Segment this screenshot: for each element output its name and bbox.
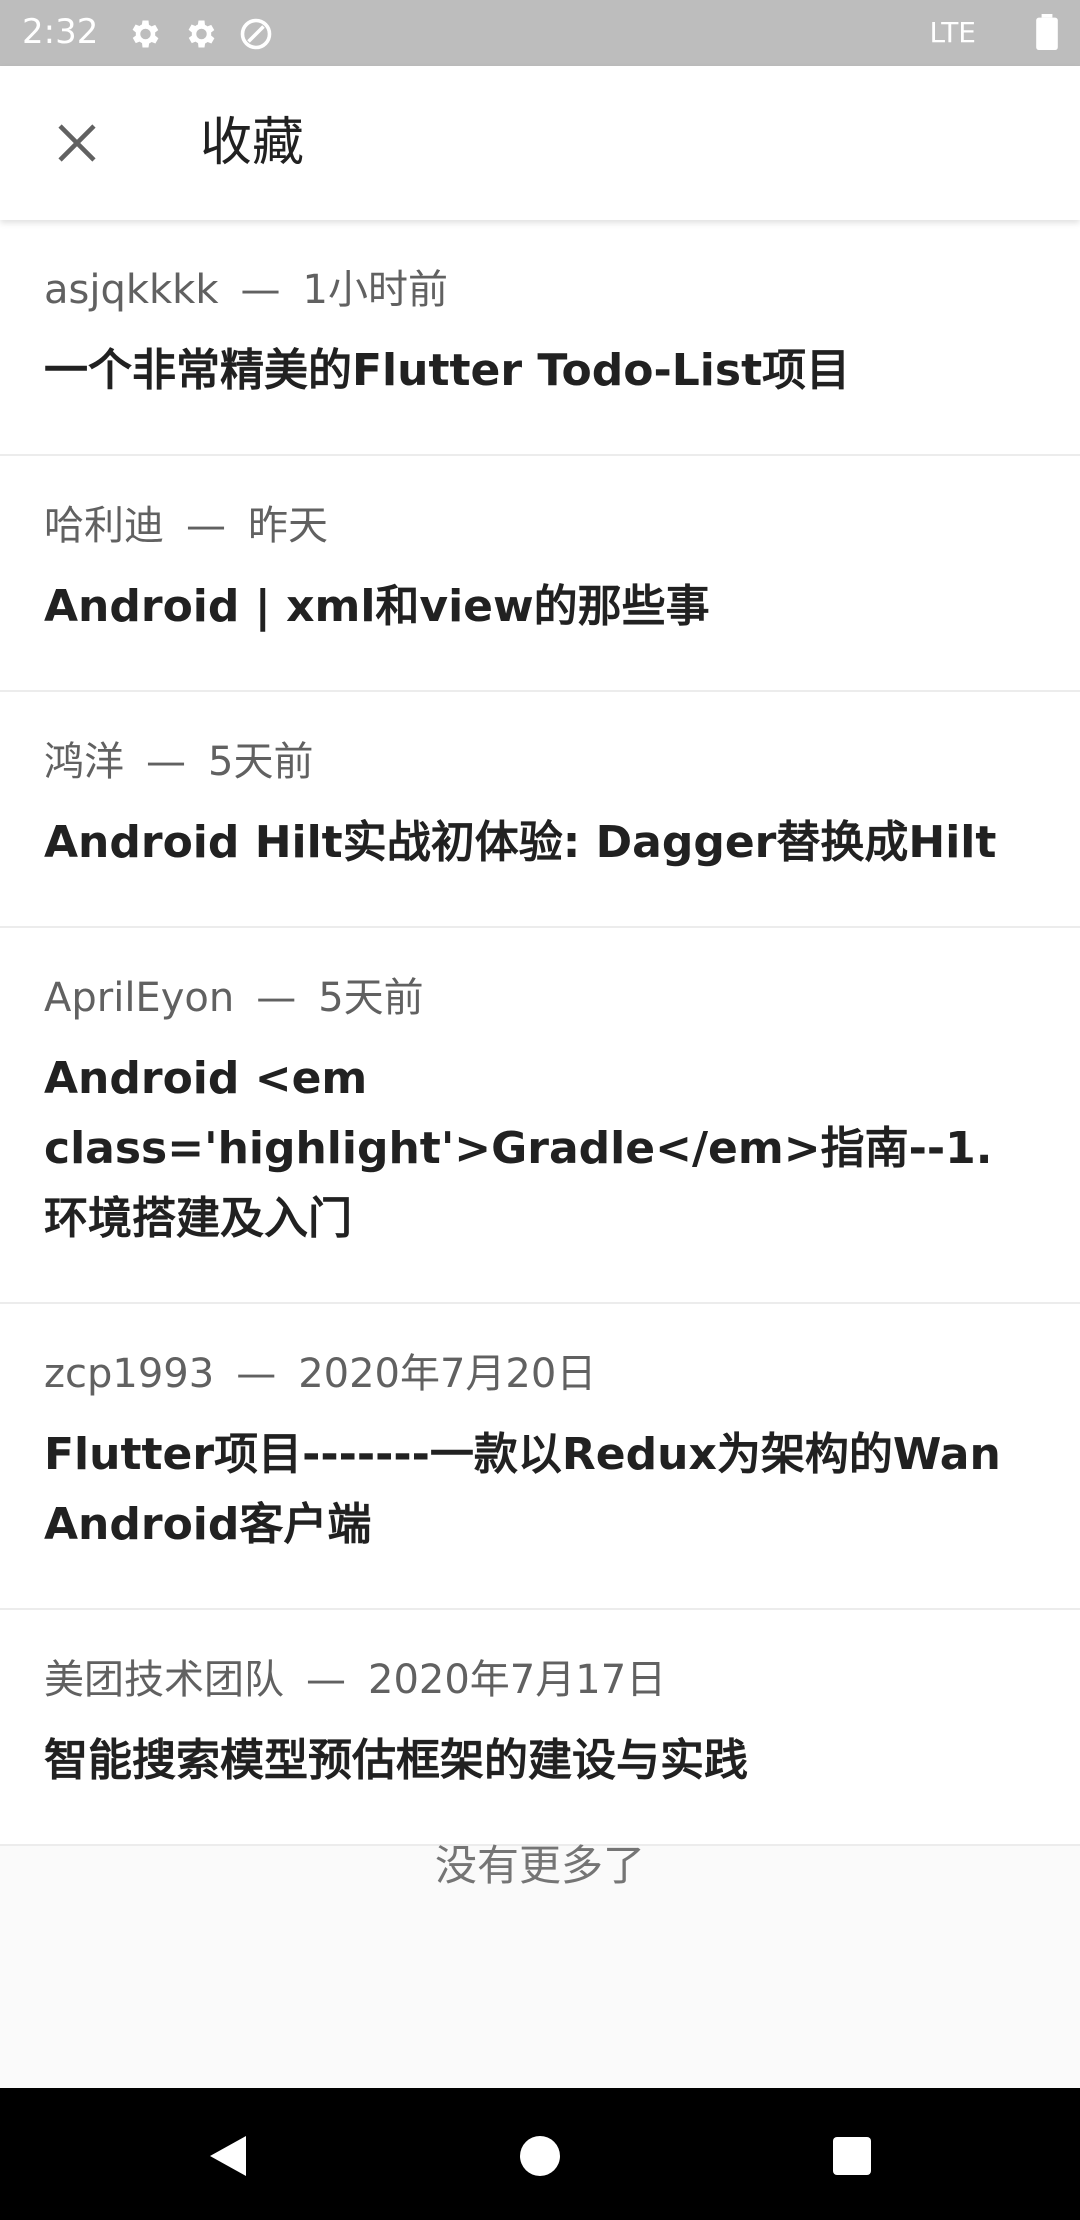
item-time: 昨天 — [248, 503, 328, 549]
item-title: Android | xml和view的那些事 — [44, 581, 710, 632]
close-icon — [58, 124, 96, 162]
item-author: zcp1993 — [44, 1351, 215, 1397]
item-title: 一个非常精美的Flutter Todo-List项目 — [44, 345, 851, 396]
gear-icon — [132, 20, 159, 48]
item-author: AprilEyon — [44, 975, 235, 1021]
favorites-list: asjqkkkk — 1小时前 一个非常精美的Flutter Todo-List项目… — [0, 220, 1080, 1846]
list-item[interactable]: 鸿洋 — 5天前 Android Hilt实战初体验: Dagger替换成Hilt — [0, 692, 1080, 928]
item-separator: — — [146, 739, 186, 785]
item-separator: — — [256, 975, 297, 1021]
status-time: 2:32 — [22, 12, 99, 52]
item-meta: zcp1993 — 2020年7月20日 — [44, 1350, 1036, 1398]
item-meta: 哈利迪 — 昨天 — [44, 502, 1036, 550]
app-bar: 收藏 — [0, 66, 1080, 220]
item-time: 5天前 — [208, 739, 314, 785]
close-button[interactable] — [44, 110, 110, 176]
item-meta: 美团技术团队 — 2020年7月17日 — [44, 1656, 1036, 1704]
item-author: asjqkkkk — [44, 267, 219, 313]
item-title: Flutter项目-------一款以Redux为架构的Wan Android客… — [44, 1429, 1001, 1550]
item-time: 1小时前 — [302, 267, 448, 313]
sync-disabled-icon — [240, 18, 272, 50]
home-button[interactable] — [512, 2128, 568, 2184]
battery-icon — [1036, 14, 1058, 50]
item-title: Android <em class='highlight'>Gradle</em… — [44, 1053, 993, 1244]
item-separator: — — [306, 1657, 346, 1703]
item-time: 5天前 — [318, 975, 424, 1021]
list-item[interactable]: zcp1993 — 2020年7月20日 Flutter项目-------一款以Re… — [0, 1304, 1080, 1610]
list-item[interactable]: 哈利迪 — 昨天 Android | xml和view的那些事 — [0, 456, 1080, 692]
status-bar: 2:32 LTE — [0, 0, 1080, 66]
item-author: 哈利迪 — [44, 503, 164, 549]
page-title: 收藏 — [200, 113, 305, 173]
home-icon — [520, 2136, 560, 2176]
item-separator: — — [236, 1351, 277, 1397]
item-separator: — — [186, 503, 226, 549]
gear-icon — [188, 20, 215, 48]
list-item[interactable]: asjqkkkk — 1小时前 一个非常精美的Flutter Todo-List项目 — [0, 220, 1080, 456]
status-icons — [126, 16, 274, 52]
item-time: 2020年7月17日 — [368, 1657, 667, 1703]
item-author: 美团技术团队 — [44, 1657, 284, 1703]
network-label: LTE — [929, 16, 976, 49]
item-meta: AprilEyon — 5天前 — [44, 974, 1036, 1022]
item-separator: — — [240, 267, 281, 313]
item-time: 2020年7月20日 — [298, 1351, 597, 1397]
recents-button[interactable] — [824, 2128, 880, 2184]
back-icon — [210, 2136, 246, 2176]
item-meta: 鸿洋 — 5天前 — [44, 738, 1036, 786]
item-title: Android Hilt实战初体验: Dagger替换成Hilt — [44, 817, 997, 868]
back-button[interactable] — [200, 2128, 256, 2184]
list-item[interactable]: 美团技术团队 — 2020年7月17日 智能搜索模型预估框架的建设与实践 — [0, 1610, 1080, 1846]
item-title: 智能搜索模型预估框架的建设与实践 — [44, 1735, 748, 1786]
item-meta: asjqkkkk — 1小时前 — [44, 266, 1036, 314]
item-author: 鸿洋 — [44, 739, 124, 785]
recents-icon — [833, 2137, 871, 2175]
list-item[interactable]: AprilEyon — 5天前 Android <em class='highlig… — [0, 928, 1080, 1304]
navigation-bar — [0, 2088, 1080, 2220]
no-more-text: 没有更多了 — [434, 1841, 645, 1890]
